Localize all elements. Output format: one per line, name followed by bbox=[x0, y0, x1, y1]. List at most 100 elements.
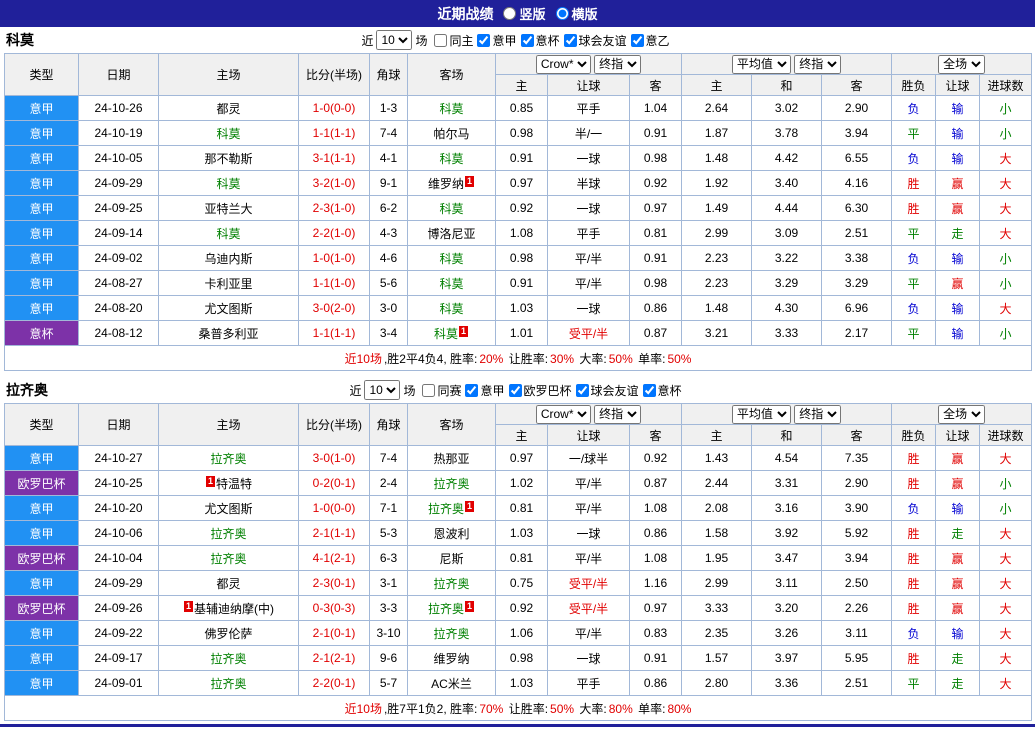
team-link[interactable]: 拉齐奥 bbox=[210, 677, 246, 691]
team-link[interactable]: 拉齐奥 bbox=[433, 627, 469, 641]
layout-option-horizontal[interactable]: 横版 bbox=[555, 4, 598, 23]
team-link[interactable]: 拉齐奥 1 bbox=[428, 500, 475, 516]
team-link[interactable]: 拉齐奥 bbox=[210, 552, 246, 566]
filter-球会友谊[interactable]: 球会友谊 bbox=[563, 32, 627, 49]
filter-checkbox[interactable] bbox=[563, 33, 577, 47]
vertical-layout-radio[interactable] bbox=[503, 7, 517, 20]
team-link[interactable]: 拉齐奥 bbox=[210, 452, 246, 466]
team-link[interactable]: 拉齐奥 bbox=[210, 652, 246, 666]
avg-home-odds-cell: 2.99 bbox=[681, 570, 753, 596]
handicap-line-cell: 平/半 bbox=[547, 245, 630, 271]
team-link[interactable]: 卡利亚里 bbox=[204, 277, 252, 291]
filter-意乙[interactable]: 意乙 bbox=[630, 32, 670, 49]
filter-意杯[interactable]: 意杯 bbox=[642, 382, 682, 399]
avg-home-odds-cell: 1.48 bbox=[681, 145, 753, 171]
filter-意杯[interactable]: 意杯 bbox=[520, 32, 560, 49]
team-link[interactable]: 科莫 bbox=[439, 252, 463, 266]
filter-checkbox[interactable] bbox=[508, 383, 522, 397]
team-link[interactable]: 热那亚 bbox=[433, 452, 469, 466]
avg-home-odds-cell: 2.08 bbox=[681, 495, 753, 521]
team-link[interactable]: 科莫 1 bbox=[434, 325, 469, 341]
league-cell: 意甲 bbox=[4, 120, 79, 146]
filter-同主[interactable]: 同主 bbox=[434, 32, 473, 49]
filter-checkbox[interactable] bbox=[575, 383, 589, 397]
filter-label: 意甲 bbox=[480, 383, 505, 398]
odds-company-select[interactable]: Crow* bbox=[535, 404, 591, 424]
filter-checkbox[interactable] bbox=[520, 33, 534, 47]
handicap-result-cell: 赢 bbox=[935, 170, 981, 196]
team-link[interactable]: 维罗纳 bbox=[433, 652, 469, 666]
page-title: 近期战绩 bbox=[437, 5, 494, 22]
team-link[interactable]: 那不勒斯 bbox=[204, 152, 252, 166]
team-link[interactable]: 恩波利 bbox=[433, 527, 469, 541]
odds-stage-select[interactable]: 终指 bbox=[594, 404, 642, 424]
summary-part: 近10场 bbox=[344, 351, 382, 366]
team-link[interactable]: 维罗纳 1 bbox=[428, 175, 475, 191]
subheader-home-odds: 主 bbox=[495, 74, 548, 96]
subheader-avg-home: 主 bbox=[681, 74, 753, 96]
layout-option-vertical[interactable]: 竖版 bbox=[503, 4, 546, 23]
average-select[interactable]: 平均值 bbox=[731, 54, 791, 74]
average-stage-select[interactable]: 终指 bbox=[794, 404, 842, 424]
team-link[interactable]: 1 基辅迪纳摩(中) bbox=[183, 600, 274, 616]
score-cell: 1-1(1-1) bbox=[298, 120, 370, 146]
handicap-line-cell: 一球 bbox=[547, 145, 630, 171]
team-link[interactable]: 拉齐奥 bbox=[433, 577, 469, 591]
filter-球会友谊[interactable]: 球会友谊 bbox=[575, 382, 639, 399]
team-link[interactable]: 科莫 bbox=[216, 177, 240, 191]
average-select[interactable]: 平均值 bbox=[731, 404, 791, 424]
team-link[interactable]: 桑普多利亚 bbox=[198, 327, 258, 341]
games-label: 场 bbox=[403, 383, 416, 398]
filter-checkbox[interactable] bbox=[477, 33, 491, 47]
red-card-badge: 1 bbox=[465, 175, 475, 187]
team-link[interactable]: 博洛尼亚 bbox=[427, 227, 475, 241]
odds-stage-select[interactable]: 终指 bbox=[594, 54, 642, 74]
team-link[interactable]: 都灵 bbox=[216, 577, 240, 591]
filter-意甲[interactable]: 意甲 bbox=[465, 382, 505, 399]
filter-checkbox[interactable] bbox=[465, 383, 479, 397]
team-link[interactable]: 尤文图斯 bbox=[204, 502, 252, 516]
recent-count-select[interactable]: 10 bbox=[364, 380, 401, 400]
scope-select[interactable]: 全场 bbox=[938, 404, 986, 424]
filter-checkbox[interactable] bbox=[630, 33, 644, 47]
odds-company-select[interactable]: Crow* bbox=[535, 54, 591, 74]
score-cell: 2-1(0-1) bbox=[298, 620, 370, 646]
team-link[interactable]: 亚特兰大 bbox=[204, 202, 252, 216]
team-link[interactable]: 科莫 bbox=[216, 227, 240, 241]
team-link[interactable]: 科莫 bbox=[439, 277, 463, 291]
team-link[interactable]: 1 特温特 bbox=[205, 475, 252, 491]
league-filters: 同赛 意甲 欧罗巴杯 球会友谊 意杯 bbox=[422, 382, 685, 399]
score-cell: 2-3(0-1) bbox=[298, 570, 370, 596]
team-link[interactable]: 尼斯 bbox=[439, 552, 463, 566]
team-link[interactable]: 拉齐奥 1 bbox=[428, 600, 475, 616]
filter-欧罗巴杯[interactable]: 欧罗巴杯 bbox=[508, 382, 572, 399]
team-link[interactable]: 尤文图斯 bbox=[204, 302, 252, 316]
team-link[interactable]: 乌迪内斯 bbox=[204, 252, 252, 266]
filter-同赛[interactable]: 同赛 bbox=[422, 382, 461, 399]
filter-checkbox[interactable] bbox=[642, 383, 656, 397]
corners-cell: 3-3 bbox=[369, 595, 408, 621]
team-link[interactable]: 拉齐奥 bbox=[433, 477, 469, 491]
scope-select[interactable]: 全场 bbox=[938, 54, 986, 74]
team-link[interactable]: 科莫 bbox=[439, 102, 463, 116]
league-cell: 意甲 bbox=[4, 195, 79, 221]
team-link[interactable]: AC米兰 bbox=[431, 677, 472, 691]
recent-count-select[interactable]: 10 bbox=[376, 30, 413, 50]
away-odds-cell: 1.04 bbox=[628, 95, 683, 121]
horizontal-layout-radio[interactable] bbox=[555, 7, 569, 20]
col-header-score: 比分(半场) bbox=[298, 53, 370, 96]
team-link[interactable]: 都灵 bbox=[216, 102, 240, 116]
team-link[interactable]: 帕尔马 bbox=[433, 127, 469, 141]
filter-checkbox[interactable] bbox=[422, 383, 436, 397]
average-stage-select[interactable]: 终指 bbox=[794, 54, 842, 74]
team-link[interactable]: 科莫 bbox=[216, 127, 240, 141]
team-link[interactable]: 佛罗伦萨 bbox=[204, 627, 252, 641]
team-link[interactable]: 科莫 bbox=[439, 202, 463, 216]
team-link[interactable]: 科莫 bbox=[439, 152, 463, 166]
filter-checkbox[interactable] bbox=[434, 33, 448, 47]
filter-意甲[interactable]: 意甲 bbox=[477, 32, 517, 49]
avg-home-odds-cell: 1.92 bbox=[681, 170, 753, 196]
team-link[interactable]: 拉齐奥 bbox=[210, 527, 246, 541]
handicap-result-cell: 输 bbox=[935, 95, 981, 121]
team-link[interactable]: 科莫 bbox=[439, 302, 463, 316]
